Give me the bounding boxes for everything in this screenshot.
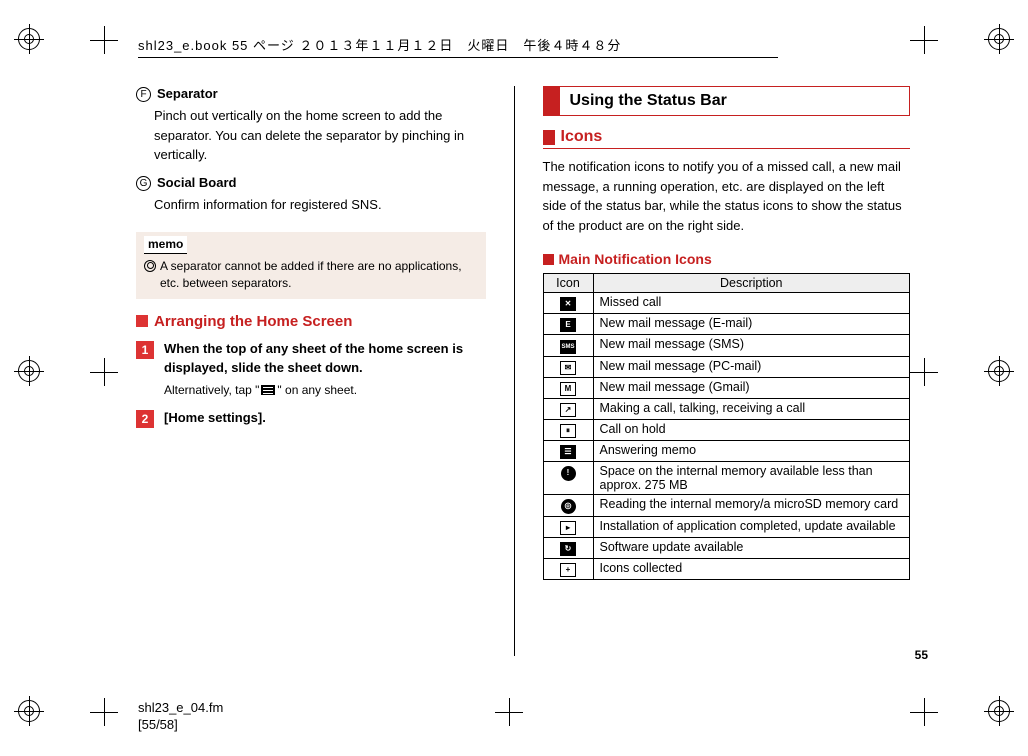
icons-heading-bar xyxy=(543,130,555,145)
red-square-icon xyxy=(136,315,148,327)
left-column: F Separator Pinch out vertically on the … xyxy=(118,86,486,656)
section-status-bar: Using the Status Bar xyxy=(543,86,911,116)
separator-title: Separator xyxy=(157,86,218,102)
call-icon: ↗ xyxy=(560,403,576,417)
step-1-num: 1 xyxy=(136,341,154,359)
cell-desc: Installation of application completed, u… xyxy=(593,517,910,538)
low-memory-icon: ! xyxy=(561,466,576,481)
cell-desc: New mail message (E-mail) xyxy=(593,314,910,335)
cross-bc xyxy=(497,700,521,724)
footer-filename: shl23_e_04.fm xyxy=(138,700,223,717)
arranging-heading: Arranging the Home Screen xyxy=(136,313,486,330)
socialboard-title: Social Board xyxy=(157,175,236,191)
step-1-alt-post: " on any sheet. xyxy=(277,383,357,397)
reg-mark-ml xyxy=(18,360,40,382)
table-row: + Icons collected xyxy=(543,559,910,580)
table-row: ◎ Reading the internal memory/a microSD m… xyxy=(543,495,910,517)
socialboard-body: Confirm information for registered SNS. xyxy=(154,195,486,215)
answering-memo-icon: ☰ xyxy=(560,445,576,459)
footer-pagecount: [55/58] xyxy=(138,717,223,734)
cell-desc: Software update available xyxy=(593,538,910,559)
email-icon: E xyxy=(560,318,576,332)
cell-desc: Answering memo xyxy=(593,441,910,462)
column-divider xyxy=(514,86,515,656)
cross-ml xyxy=(92,360,116,384)
table-row: E New mail message (E-mail) xyxy=(543,314,910,335)
section-tab xyxy=(544,87,560,115)
th-desc: Description xyxy=(593,274,910,293)
separator-body: Pinch out vertically on the home screen … xyxy=(154,106,486,165)
reg-mark-mr xyxy=(988,360,1010,382)
icons-collected-icon: + xyxy=(560,563,576,577)
th-icon: Icon xyxy=(543,274,593,293)
reg-mark-br xyxy=(988,700,1010,722)
icons-heading: Icons xyxy=(543,128,911,149)
sub-sq-icon xyxy=(543,254,554,265)
pcmail-icon: ✉ xyxy=(560,361,576,375)
footer-file-info: shl23_e_04.fm [55/58] xyxy=(138,700,223,734)
software-update-icon: ↻ xyxy=(560,542,576,556)
table-row: ✉ New mail message (PC-mail) xyxy=(543,357,910,378)
table-row: ▸ Installation of application completed, … xyxy=(543,517,910,538)
table-row: SMS New mail message (SMS) xyxy=(543,335,910,357)
icons-paragraph: The notification icons to notify you of … xyxy=(543,157,911,235)
table-row: ! Space on the internal memory available … xyxy=(543,462,910,495)
cell-desc: New mail message (PC-mail) xyxy=(593,357,910,378)
sms-icon: SMS xyxy=(560,340,576,354)
icons-heading-text: Icons xyxy=(561,128,603,146)
cross-brc xyxy=(912,700,936,724)
step-1: 1 When the top of any sheet of the home … xyxy=(136,340,486,399)
missed-call-icon: ✕ xyxy=(560,297,576,311)
notification-icon-table: Icon Description ✕ Missed call E New mail … xyxy=(543,273,911,580)
cross-tl xyxy=(92,28,116,52)
memo-bullet-icon xyxy=(144,260,156,272)
step-2: 2 [Home settings]. xyxy=(136,409,486,428)
table-row: ↗ Making a call, talking, receiving a cal… xyxy=(543,399,910,420)
section-title: Using the Status Bar xyxy=(560,87,737,115)
table-row: ↻ Software update available xyxy=(543,538,910,559)
page-content: F Separator Pinch out vertically on the … xyxy=(118,86,910,656)
socialboard-num: G xyxy=(136,176,151,191)
main-notification-heading: Main Notification Icons xyxy=(543,251,911,267)
page-number: 55 xyxy=(915,648,928,662)
cell-desc: Missed call xyxy=(593,293,910,314)
menu-icon xyxy=(261,385,275,395)
cell-desc: Reading the internal memory/a microSD me… xyxy=(593,495,910,517)
table-row: ✕ Missed call xyxy=(543,293,910,314)
reading-memory-icon: ◎ xyxy=(561,499,576,514)
table-row: ⏸ Call on hold xyxy=(543,420,910,441)
cell-desc: Icons collected xyxy=(593,559,910,580)
book-info-header: shl23_e.book 55 ページ ２０１３年１１月１２日 火曜日 午後４時… xyxy=(138,35,778,58)
main-notification-text: Main Notification Icons xyxy=(559,251,712,267)
arranging-heading-text: Arranging the Home Screen xyxy=(154,313,352,330)
step-1-alt-pre: Alternatively, tap " xyxy=(164,383,259,397)
memo-text: A separator cannot be added if there are… xyxy=(160,258,478,292)
right-column: Using the Status Bar Icons The notificat… xyxy=(543,86,911,656)
call-hold-icon: ⏸ xyxy=(560,424,576,438)
reg-mark-tl xyxy=(18,28,40,50)
cross-mr xyxy=(912,360,936,384)
step-1-alt: Alternatively, tap " " on any sheet. xyxy=(164,382,486,399)
cell-desc: Making a call, talking, receiving a call xyxy=(593,399,910,420)
cross-tr xyxy=(912,28,936,52)
memo-label: memo xyxy=(144,236,187,254)
table-row: ☰ Answering memo xyxy=(543,441,910,462)
cell-desc: Space on the internal memory available l… xyxy=(593,462,910,495)
gmail-icon: M xyxy=(560,382,576,396)
step-1-text: When the top of any sheet of the home sc… xyxy=(164,341,463,375)
step-2-num: 2 xyxy=(136,410,154,428)
table-row: M New mail message (Gmail) xyxy=(543,378,910,399)
cell-desc: New mail message (Gmail) xyxy=(593,378,910,399)
memo-box: memo A separator cannot be added if ther… xyxy=(136,232,486,299)
separator-num: F xyxy=(136,87,151,102)
install-complete-icon: ▸ xyxy=(560,521,576,535)
cross-blc xyxy=(92,700,116,724)
cell-desc: New mail message (SMS) xyxy=(593,335,910,357)
cell-desc: Call on hold xyxy=(593,420,910,441)
reg-mark-bl xyxy=(18,700,40,722)
reg-mark-tr xyxy=(988,28,1010,50)
step-2-text: [Home settings]. xyxy=(164,410,266,425)
